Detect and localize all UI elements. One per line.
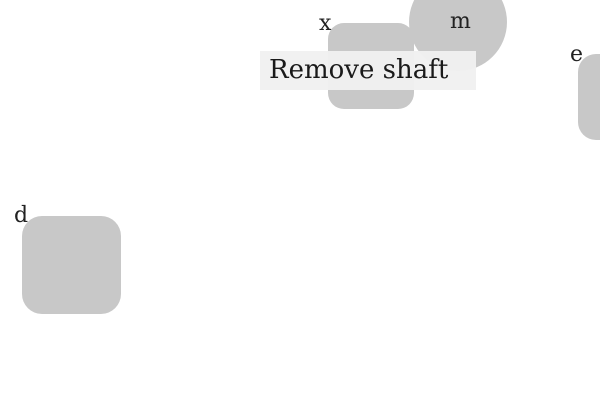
key-label-m: m	[450, 9, 471, 34]
key-label-d: d	[14, 203, 29, 228]
key-label-x: x	[319, 11, 332, 36]
game-surface: x m e d Remove shaft	[0, 0, 600, 400]
tile-d[interactable]	[22, 216, 121, 314]
action-tooltip: Remove shaft	[260, 51, 476, 90]
key-label-e: e	[570, 42, 584, 67]
